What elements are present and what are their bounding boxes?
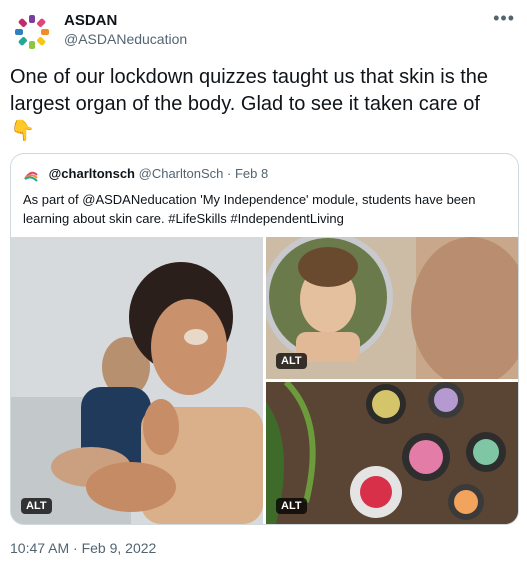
quoted-tweet-text: As part of @ASDANeducation 'My Independe… bbox=[23, 192, 476, 226]
tweet-body: One of our lockdown quizzes taught us th… bbox=[10, 64, 510, 145]
pointing-down-emoji: 👇 bbox=[10, 120, 35, 142]
photo-skincare-products[interactable]: ALT bbox=[266, 382, 518, 524]
photo-mirror-reflection[interactable]: ALT bbox=[266, 237, 518, 379]
quoted-author-handle[interactable]: @CharltonSch bbox=[139, 166, 224, 181]
alt-badge[interactable]: ALT bbox=[21, 498, 52, 514]
quoted-author-name[interactable]: @charltonsch bbox=[49, 166, 135, 181]
author-name[interactable]: ASDAN bbox=[64, 12, 117, 29]
quoted-tweet-header: @charltonsch @CharltonSch · Feb 8 bbox=[23, 166, 268, 184]
photo-student-skincare[interactable]: ALT bbox=[11, 237, 263, 524]
asdan-logo-avatar[interactable] bbox=[10, 10, 54, 54]
quoted-author-avatar[interactable] bbox=[23, 167, 39, 183]
photo-student-skincare-illustration bbox=[11, 237, 263, 524]
media-grid: ALT ALT ALT bbox=[11, 237, 518, 524]
header-separator: · bbox=[227, 166, 232, 181]
author-handle[interactable]: @ASDANeducation bbox=[64, 31, 187, 47]
more-horizontal-icon[interactable]: ••• bbox=[493, 8, 515, 29]
quoted-tweet[interactable]: @charltonsch @CharltonSch · Feb 8 As par… bbox=[10, 153, 519, 525]
tweet-timestamp[interactable]: 10:47 AM · Feb 9, 2022 bbox=[10, 540, 156, 556]
quoted-date[interactable]: Feb 8 bbox=[235, 166, 268, 181]
tweet-header: ASDAN @ASDANeducation ••• bbox=[10, 8, 517, 56]
alt-badge[interactable]: ALT bbox=[276, 498, 307, 514]
tweet-text: One of our lockdown quizzes taught us th… bbox=[10, 66, 489, 115]
alt-badge[interactable]: ALT bbox=[276, 353, 307, 369]
